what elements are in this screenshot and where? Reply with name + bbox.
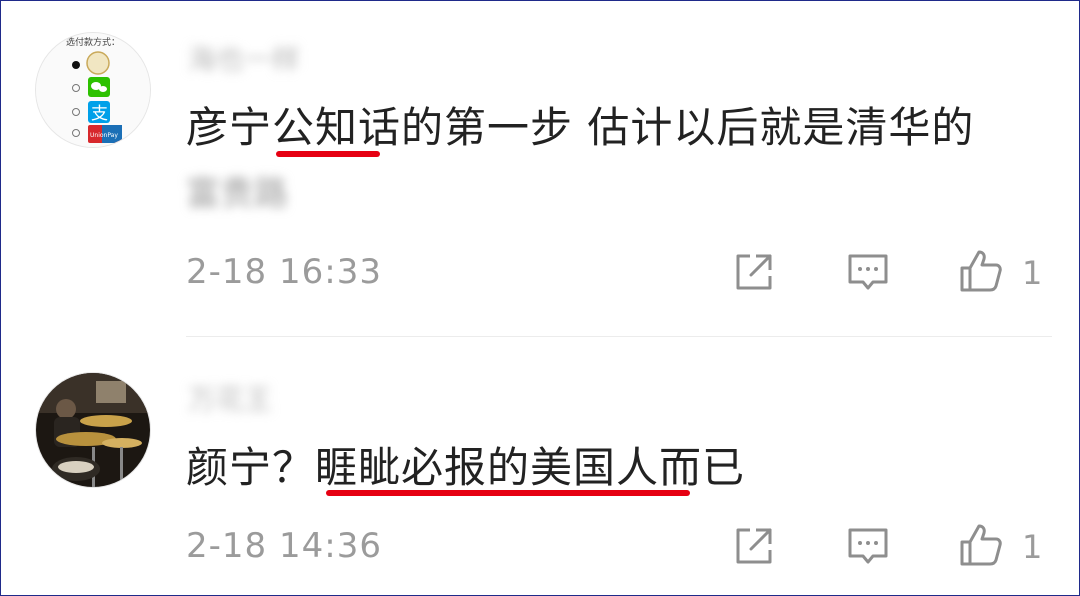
comment-icon[interactable] (846, 524, 890, 568)
comment-text: 彦宁公知话的第一步 估计以后就是清华的 (186, 103, 975, 152)
avatar-caption: 选付款方式： (66, 36, 120, 48)
share-icon[interactable] (732, 250, 776, 294)
screenshot-frame (0, 0, 1080, 596)
avatar-card-label: UnionPay (90, 132, 118, 139)
like-icon[interactable] (958, 248, 1004, 294)
comment-icon[interactable] (846, 250, 890, 294)
svg-text:支: 支 (91, 104, 108, 124)
like-count: 1 (1022, 528, 1043, 566)
drummer-avatar-image (36, 373, 150, 487)
timestamp: 2-18 14:36 (186, 526, 382, 566)
comment-divider (186, 336, 1052, 337)
payment-methods-avatar-image: 选付款方式： 支 UnionPay (36, 33, 150, 147)
highlight-underline (326, 490, 690, 496)
avatar[interactable] (36, 373, 150, 487)
highlight-underline (276, 151, 380, 157)
like-count: 1 (1022, 254, 1043, 292)
comment-text: 颜宁？睚眦必报的美国人而已 (186, 443, 746, 492)
like-icon[interactable] (958, 522, 1004, 568)
username[interactable]: 海也一样 (188, 40, 300, 80)
avatar[interactable]: 选付款方式： 支 UnionPay (36, 33, 150, 147)
comment-text-continued: 富贵路 (186, 174, 288, 214)
share-icon[interactable] (732, 524, 776, 568)
username[interactable]: 万花王 (188, 380, 272, 420)
timestamp: 2-18 16:33 (186, 252, 382, 292)
